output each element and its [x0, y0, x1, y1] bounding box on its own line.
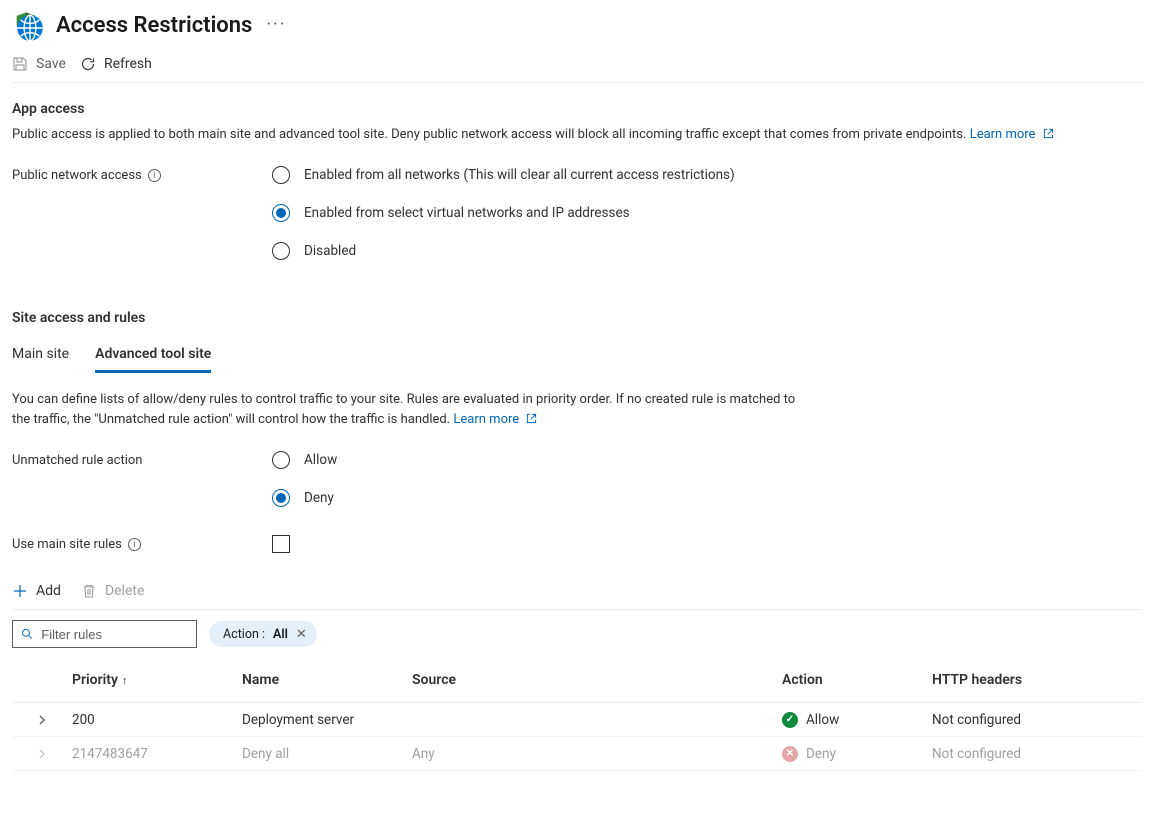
- sort-asc-icon: ↑: [122, 674, 128, 687]
- public-access-radio-group: Enabled from all networks (This will cle…: [272, 166, 735, 260]
- section-heading: App access: [12, 101, 1142, 117]
- unmatched-action-label: Unmatched rule action: [12, 451, 272, 468]
- filter-input-field[interactable]: [41, 627, 188, 642]
- col-name[interactable]: Name: [242, 672, 412, 688]
- cell-name: Deployment server: [242, 712, 412, 728]
- chip-close-icon[interactable]: ✕: [296, 627, 307, 642]
- section-app-access: App access Public access is applied to b…: [12, 83, 1142, 260]
- table-row[interactable]: 2147483647 Deny all Any ✕ Deny Not confi…: [12, 737, 1142, 771]
- chevron-right-icon: [12, 714, 72, 726]
- learn-more-link[interactable]: Learn more: [453, 412, 537, 427]
- globe-icon: [16, 14, 44, 42]
- save-icon: [12, 56, 28, 72]
- info-icon[interactable]: i: [128, 538, 141, 551]
- delete-button: Delete: [81, 583, 144, 599]
- external-link-icon: [1043, 126, 1054, 146]
- use-main-rules-label: Use main site rules i: [12, 535, 272, 552]
- cell-priority: 200: [72, 712, 242, 728]
- table-toolbar: Add Delete: [12, 583, 1142, 610]
- page-title: Access Restrictions: [56, 13, 252, 38]
- col-http[interactable]: HTTP headers: [932, 672, 1102, 688]
- more-menu-icon[interactable]: ···: [266, 16, 286, 34]
- external-link-icon: [526, 411, 537, 431]
- cell-http: Not configured: [932, 746, 1102, 762]
- learn-more-link[interactable]: Learn more: [970, 127, 1054, 142]
- cell-name: Deny all: [242, 746, 412, 762]
- col-action[interactable]: Action: [782, 672, 932, 688]
- cell-action: ✕ Deny: [782, 746, 932, 762]
- cell-action: ✓ Allow: [782, 712, 932, 728]
- plus-icon: [12, 583, 28, 599]
- table-row[interactable]: 200 Deployment server ✓ Allow Not config…: [12, 703, 1142, 737]
- command-bar: Save Refresh: [12, 48, 1142, 83]
- search-icon: [21, 627, 33, 641]
- section-description: You can define lists of allow/deny rules…: [12, 390, 802, 431]
- unmatched-action-radio-group: Allow Deny: [272, 451, 337, 507]
- trash-icon: [81, 583, 97, 599]
- cell-http: Not configured: [932, 712, 1102, 728]
- shield-icon: [12, 10, 42, 40]
- check-circle-icon: ✓: [782, 712, 798, 728]
- radio-deny[interactable]: Deny: [272, 489, 337, 507]
- section-site-rules: Site access and rules Main site Advanced…: [12, 260, 1142, 771]
- add-button[interactable]: Add: [12, 583, 61, 599]
- radio-enabled-all[interactable]: Enabled from all networks (This will cle…: [272, 166, 735, 184]
- chevron-right-icon: [12, 748, 72, 760]
- col-priority[interactable]: Priority↑: [72, 672, 242, 688]
- save-button: Save: [12, 56, 66, 72]
- page-header: Access Restrictions ···: [12, 8, 1142, 48]
- tab-advanced-tool-site[interactable]: Advanced tool site: [95, 340, 211, 373]
- info-icon[interactable]: i: [148, 169, 161, 182]
- radio-enabled-select[interactable]: Enabled from select virtual networks and…: [272, 204, 735, 222]
- filter-bar: Action : All ✕: [12, 620, 1142, 648]
- col-source[interactable]: Source: [412, 672, 782, 688]
- use-main-rules-checkbox[interactable]: [272, 535, 290, 553]
- filter-chip-action[interactable]: Action : All ✕: [209, 621, 317, 647]
- table-header: Priority↑ Name Source Action HTTP header…: [12, 672, 1142, 703]
- tab-main-site[interactable]: Main site: [12, 340, 69, 373]
- radio-disabled[interactable]: Disabled: [272, 242, 735, 260]
- rules-table: Priority↑ Name Source Action HTTP header…: [12, 672, 1142, 771]
- refresh-icon: [80, 56, 96, 72]
- radio-allow[interactable]: Allow: [272, 451, 337, 469]
- x-circle-icon: ✕: [782, 746, 798, 762]
- cell-source: Any: [412, 746, 782, 762]
- section-description: Public access is applied to both main si…: [12, 125, 1142, 146]
- filter-input[interactable]: [12, 620, 197, 648]
- tabs: Main site Advanced tool site: [12, 340, 1142, 374]
- section-heading: Site access and rules: [12, 310, 1142, 326]
- cell-priority: 2147483647: [72, 746, 242, 762]
- public-access-label: Public network access i: [12, 166, 272, 183]
- refresh-button[interactable]: Refresh: [80, 56, 152, 72]
